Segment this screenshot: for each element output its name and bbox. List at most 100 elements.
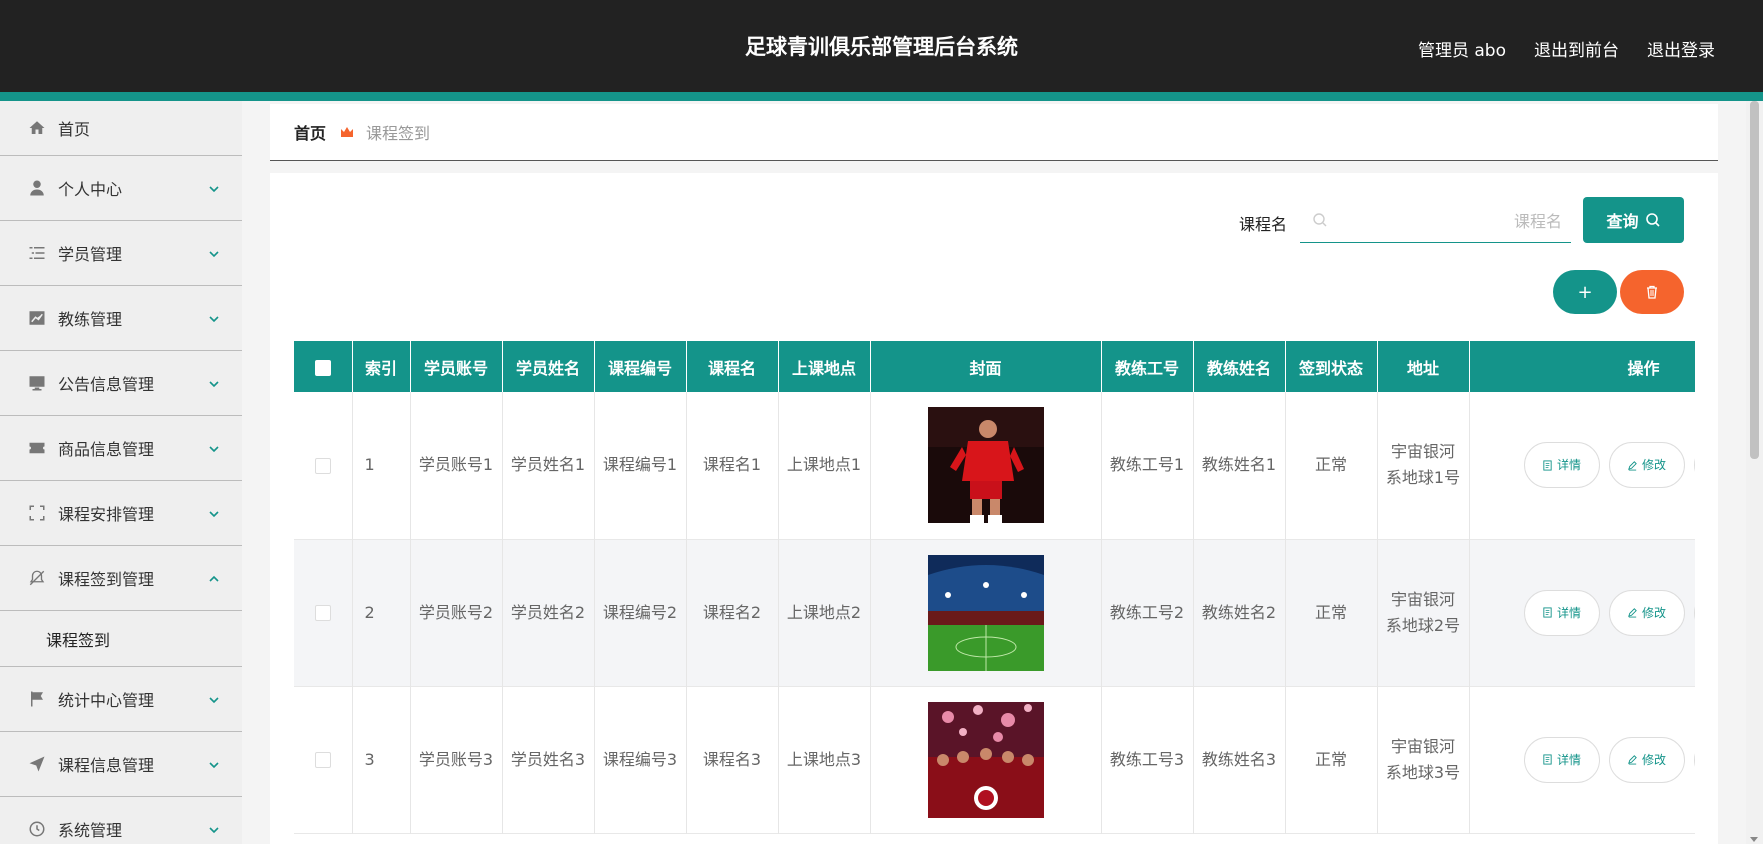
edit-button[interactable]: 修改 (1608, 442, 1685, 489)
sidebar-item-goods-management[interactable]: 商品信息管理 (0, 416, 242, 481)
scrollbar-thumb[interactable] (1750, 101, 1759, 459)
detail-button[interactable]: 详情 (1523, 589, 1600, 636)
row-checkbox[interactable] (314, 605, 331, 621)
chevron-down-icon (208, 505, 220, 518)
cell-coach-name: 教练姓名2 (1193, 539, 1286, 686)
send-icon (28, 755, 46, 773)
cover-image-stadium (927, 554, 1044, 671)
query-button[interactable]: 查询 (1583, 197, 1684, 243)
document-icon (1543, 607, 1552, 618)
sidebar-item-statistics-management[interactable]: 统计中心管理 (0, 667, 242, 732)
delete-row-button[interactable] (1693, 589, 1695, 636)
signin-table: 索引 学员账号 学员姓名 课程编号 课程名 上课地点 封面 教练工号 教练姓名 … (294, 341, 1695, 834)
header-accent-bar (0, 92, 1763, 101)
cell-coach-name: 教练姓名1 (1193, 392, 1286, 539)
cell-coach-no: 教练工号2 (1101, 539, 1194, 686)
sidebar-item-label: 系统管理 (58, 821, 123, 840)
monitor-icon (28, 374, 46, 392)
cell-address: 宇宙银河系地球2号 (1377, 539, 1470, 686)
cell-account: 学员账号1 (410, 392, 503, 539)
column-header: 学员账号 (410, 341, 503, 392)
row-checkbox[interactable] (314, 457, 331, 474)
cell-place: 上课地点1 (778, 392, 871, 539)
sidebar-item-notice-management[interactable]: 公告信息管理 (0, 351, 242, 416)
edit-icon (1628, 755, 1637, 765)
signin-table-wrapper: 索引 学员账号 学员姓名 课程编号 课程名 上课地点 封面 教练工号 教练姓名 … (294, 341, 1695, 844)
sidebar-item-personal-center[interactable]: 个人中心 (0, 156, 242, 221)
chevron-down-icon (208, 756, 220, 769)
cell-place: 上课地点3 (778, 686, 871, 833)
column-header: 索引 (352, 341, 411, 392)
column-header: 课程名 (686, 341, 779, 392)
chevron-up-icon (208, 570, 220, 582)
row-checkbox[interactable] (314, 752, 331, 768)
sidebar-item-course-info-management[interactable]: 课程信息管理 (0, 732, 242, 797)
exit-to-front-link[interactable]: 退出到前台 (1534, 36, 1619, 61)
cell-cover (870, 539, 1102, 686)
edit-button-label: 修改 (1641, 458, 1666, 473)
cell-course: 课程名2 (686, 539, 779, 686)
sidebar-item-home[interactable]: 首页 (0, 101, 242, 156)
scroll-down-arrow[interactable] (1750, 837, 1758, 842)
delete-row-button[interactable] (1693, 442, 1695, 489)
edit-button-label: 修改 (1641, 605, 1666, 620)
chevron-down-icon (208, 180, 220, 193)
cell-address: 宇宙银河系地球1号 (1377, 392, 1470, 539)
admin-user-label[interactable]: 管理员 abo (1418, 36, 1506, 61)
cell-cover (870, 686, 1102, 833)
flag-icon (28, 690, 46, 708)
column-header: 教练工号 (1101, 341, 1194, 392)
sidebar-item-label: 商品信息管理 (58, 440, 155, 459)
sidebar-item-course-schedule[interactable]: 课程安排管理 (0, 481, 242, 546)
table-row: 1 学员账号1 学员姓名1 课程编号1 课程名1 上课地点1 教练工号1 教练姓… (294, 392, 1695, 539)
sidebar: 首页 个人中心 学员管理 教练管理 公告信息管理 商品信息管理 课程安排管理 课… (0, 101, 242, 844)
delete-row-button[interactable] (1693, 736, 1695, 783)
cell-account: 学员账号3 (410, 686, 503, 833)
chevron-down-icon (208, 375, 220, 388)
column-header: 签到状态 (1285, 341, 1378, 392)
edit-icon (1628, 460, 1637, 471)
cell-status: 正常 (1285, 686, 1378, 833)
breadcrumb: 首页 课程签到 (270, 104, 1718, 161)
cell-operations: 详情 修改 (1469, 539, 1695, 686)
cover-image-celebration (927, 701, 1044, 818)
logout-link[interactable]: 退出登录 (1647, 36, 1715, 61)
select-all-checkbox[interactable] (314, 359, 331, 376)
header-actions: 管理员 abo 退出到前台 退出登录 (1418, 36, 1715, 61)
page-scrollbar[interactable] (1746, 101, 1763, 844)
column-header: 课程编号 (594, 341, 687, 392)
table-row: 3 学员账号3 学员姓名3 课程编号3 课程名3 上课地点3 教练工号3 教练姓… (294, 686, 1695, 833)
cell-course-no: 课程编号3 (594, 686, 687, 833)
document-icon (1543, 460, 1552, 471)
cell-course: 课程名3 (686, 686, 779, 833)
cell-address: 宇宙银河系地球3号 (1377, 686, 1470, 833)
edit-button-label: 修改 (1641, 752, 1666, 767)
cell-course-no: 课程编号2 (594, 539, 687, 686)
delete-button[interactable] (1620, 270, 1684, 314)
sidebar-item-label: 个人中心 (58, 180, 123, 199)
chevron-down-icon (208, 310, 220, 323)
sidebar-item-student-management[interactable]: 学员管理 (0, 221, 242, 286)
sidebar-item-course-signin-management[interactable]: 课程签到管理 (0, 546, 242, 611)
cell-index: 2 (352, 539, 411, 686)
trash-icon (1647, 285, 1657, 299)
edit-icon (1628, 608, 1637, 618)
add-button[interactable]: + (1553, 270, 1617, 314)
clock-icon (28, 820, 46, 838)
sidebar-subitem-course-signin[interactable]: 课程签到 (0, 611, 242, 667)
detail-button[interactable]: 详情 (1523, 442, 1600, 489)
column-header: 学员姓名 (502, 341, 595, 392)
query-button-label: 查询 (1606, 212, 1639, 231)
edit-button[interactable]: 修改 (1608, 736, 1685, 783)
search-input[interactable] (1340, 206, 1562, 236)
edit-button[interactable]: 修改 (1608, 589, 1685, 636)
search-field (1300, 198, 1571, 243)
sidebar-item-label: 学员管理 (58, 245, 123, 264)
detail-button[interactable]: 详情 (1523, 736, 1600, 783)
crown-icon (341, 127, 354, 137)
sidebar-item-coach-management[interactable]: 教练管理 (0, 286, 242, 351)
chevron-down-icon (208, 691, 220, 704)
cell-index: 1 (352, 392, 411, 539)
breadcrumb-home[interactable]: 首页 (294, 120, 326, 144)
sidebar-item-system-management[interactable]: 系统管理 (0, 797, 242, 844)
